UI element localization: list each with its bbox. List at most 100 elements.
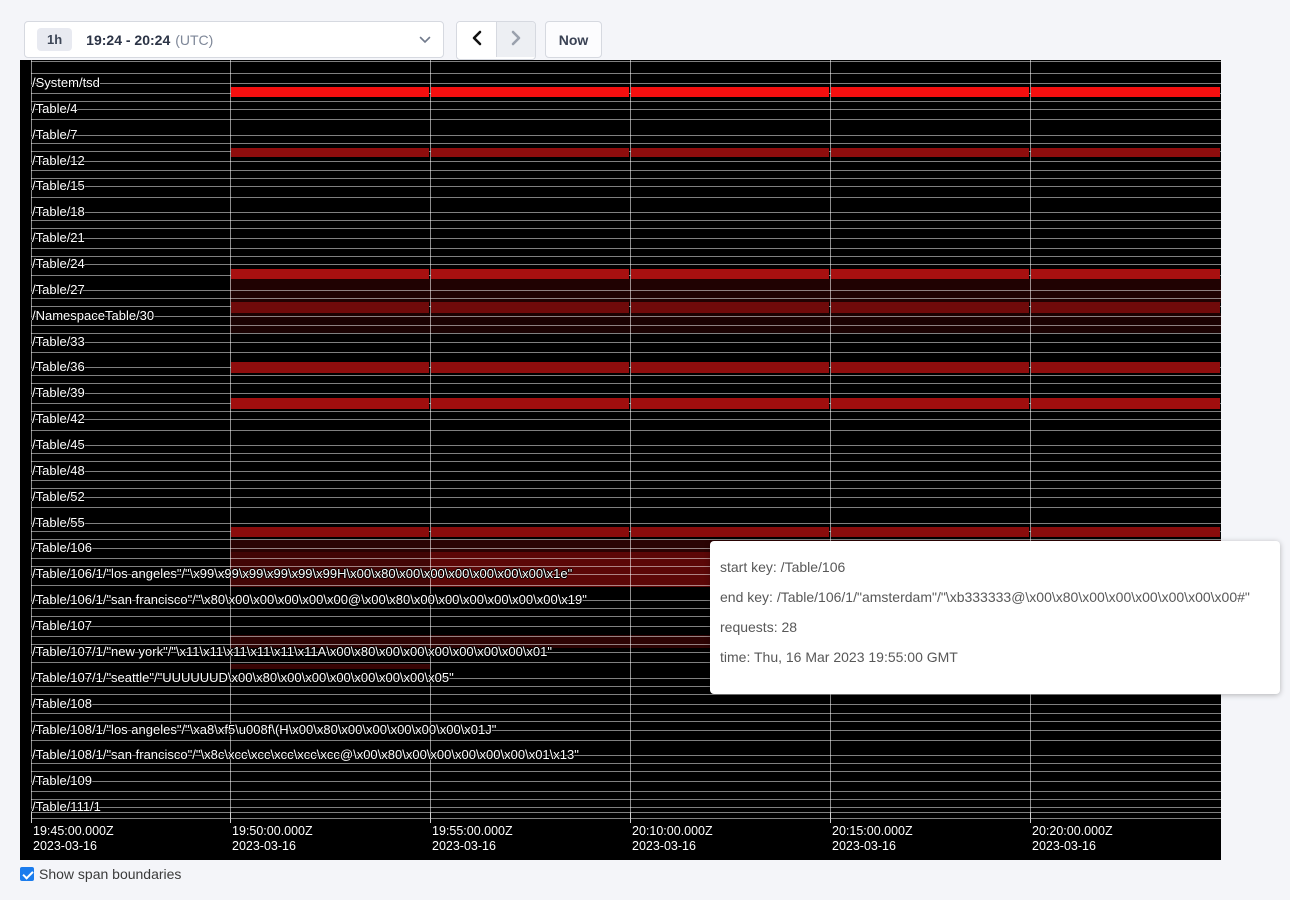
heat-band[interactable] bbox=[1031, 269, 1220, 279]
show-span-boundaries-label: Show span boundaries bbox=[39, 866, 181, 882]
span-boundary-line bbox=[31, 781, 1221, 782]
axis-tick bbox=[1030, 812, 1031, 823]
heat-band[interactable] bbox=[231, 148, 429, 157]
heat-band[interactable] bbox=[1031, 302, 1220, 313]
heat-band[interactable] bbox=[431, 527, 629, 537]
span-boundary-line bbox=[31, 290, 1221, 291]
span-label: /Table/111/1 bbox=[32, 799, 101, 815]
heat-band[interactable] bbox=[831, 362, 1029, 373]
time-preset-badge: 1h bbox=[37, 28, 72, 51]
heat-band[interactable] bbox=[631, 398, 829, 409]
heat-band[interactable] bbox=[231, 362, 429, 373]
span-boundary-line bbox=[31, 248, 1221, 249]
span-label: /Table/107/1/"seattle"/"UUUUUUD\x00\x80\… bbox=[32, 670, 454, 686]
time-bucket-line bbox=[230, 60, 231, 812]
heat-band[interactable] bbox=[831, 302, 1029, 313]
axis-time-label: 20:15:00.000Z bbox=[832, 824, 913, 838]
span-label: /Table/36 bbox=[32, 359, 85, 375]
heat-band[interactable] bbox=[831, 87, 1029, 97]
span-boundary-line bbox=[31, 411, 1221, 412]
span-label: /Table/55 bbox=[32, 515, 85, 531]
heat-band[interactable] bbox=[1031, 527, 1220, 537]
heat-band[interactable] bbox=[231, 269, 429, 279]
axis-tick bbox=[430, 812, 431, 823]
span-label: /Table/108/1/"san francisco"/"\x8c\xcc\x… bbox=[32, 747, 579, 763]
key-visualizer-page: 1h 19:24 - 20:24 (UTC) Now /System/tsd/T… bbox=[0, 0, 1290, 900]
chevron-right-icon bbox=[509, 29, 523, 50]
heat-band[interactable] bbox=[431, 269, 629, 279]
span-label: /Table/107 bbox=[32, 618, 92, 634]
span-label: /Table/24 bbox=[32, 256, 85, 272]
span-boundary-line bbox=[31, 178, 1221, 179]
axis-time-label: 19:50:00.000Z bbox=[232, 824, 313, 838]
time-bucket-line bbox=[630, 60, 631, 812]
prev-window-button[interactable] bbox=[457, 22, 496, 57]
heat-band[interactable] bbox=[631, 87, 829, 97]
span-boundary-line bbox=[31, 256, 1221, 257]
key-visualizer-heatmap[interactable]: /System/tsd/Table/4/Table/7/Table/12/Tab… bbox=[20, 60, 1221, 860]
span-label: /Table/45 bbox=[32, 437, 85, 453]
heat-band[interactable] bbox=[831, 148, 1029, 157]
span-boundary-line bbox=[31, 799, 1221, 800]
time-range-dropdown[interactable]: 1h 19:24 - 20:24 (UTC) bbox=[24, 21, 444, 58]
span-label: /Table/109 bbox=[32, 773, 92, 789]
span-boundary-line bbox=[31, 713, 1221, 714]
span-boundary-line bbox=[31, 419, 1221, 420]
tooltip-end-key: end key: /Table/106/1/"amsterdam"/"\xb33… bbox=[720, 589, 1270, 605]
span-boundary-line bbox=[31, 228, 1221, 229]
span-label: /Table/106/1/"los angeles"/"\x99\x99\x99… bbox=[32, 566, 572, 582]
span-label: /NamespaceTable/30 bbox=[32, 308, 154, 324]
tooltip-start-key: start key: /Table/106 bbox=[720, 559, 1270, 575]
heat-band[interactable] bbox=[631, 148, 829, 157]
span-label: /Table/108 bbox=[32, 696, 92, 712]
heat-band[interactable] bbox=[1031, 362, 1220, 373]
span-label: /Table/7 bbox=[32, 127, 78, 143]
heat-band[interactable] bbox=[631, 302, 829, 313]
tooltip-requests: requests: 28 bbox=[720, 619, 1270, 635]
heat-band[interactable] bbox=[231, 527, 429, 537]
heat-band[interactable] bbox=[1031, 398, 1220, 409]
span-boundary-line bbox=[31, 333, 1221, 334]
heat-band[interactable] bbox=[431, 87, 629, 97]
tooltip-time: time: Thu, 16 Mar 2023 19:55:00 GMT bbox=[720, 649, 1270, 665]
heat-band[interactable] bbox=[230, 664, 430, 669]
span-label: /Table/27 bbox=[32, 282, 85, 298]
span-label: /Table/48 bbox=[32, 463, 85, 479]
heat-band[interactable] bbox=[431, 362, 629, 373]
heat-band[interactable] bbox=[631, 269, 829, 279]
span-boundary-line bbox=[31, 445, 1221, 446]
span-boundary-line bbox=[31, 83, 1221, 84]
next-window-button[interactable] bbox=[496, 22, 535, 57]
span-boundary-line bbox=[31, 471, 1221, 472]
span-boundary-line bbox=[31, 212, 1221, 213]
now-button[interactable]: Now bbox=[545, 21, 602, 58]
heat-band[interactable] bbox=[631, 362, 829, 373]
span-boundary-line bbox=[31, 135, 1221, 136]
heat-band[interactable] bbox=[431, 302, 629, 313]
span-boundary-line bbox=[31, 763, 1221, 764]
chevron-down-icon bbox=[419, 36, 431, 44]
heat-band[interactable] bbox=[431, 398, 629, 409]
show-span-boundaries-checkbox[interactable] bbox=[20, 867, 34, 881]
heat-band[interactable] bbox=[831, 527, 1029, 537]
span-boundary-line bbox=[31, 325, 1221, 326]
span-boundary-line bbox=[31, 523, 1221, 524]
heat-band[interactable] bbox=[1031, 87, 1220, 97]
heat-band[interactable] bbox=[231, 398, 429, 409]
heat-band[interactable] bbox=[231, 302, 429, 313]
axis-time-label: 19:45:00.000Z bbox=[33, 824, 114, 838]
axis-date-label: 2023-03-16 bbox=[632, 839, 696, 853]
heat-band[interactable] bbox=[231, 87, 429, 97]
heat-band[interactable] bbox=[1031, 148, 1220, 157]
span-boundary-line bbox=[31, 430, 1221, 431]
span-label: /Table/4 bbox=[32, 101, 78, 117]
span-boundary-line bbox=[31, 393, 1221, 394]
heat-band[interactable] bbox=[431, 148, 629, 157]
heat-band[interactable] bbox=[831, 398, 1029, 409]
span-boundary-line bbox=[31, 539, 1221, 540]
span-boundary-line bbox=[31, 264, 1221, 265]
heat-band[interactable] bbox=[831, 269, 1029, 279]
heat-band[interactable] bbox=[631, 527, 829, 537]
time-nav-buttons bbox=[456, 21, 536, 60]
span-label: /Table/107/1/"new york"/"\x11\x11\x11\x1… bbox=[32, 644, 552, 660]
